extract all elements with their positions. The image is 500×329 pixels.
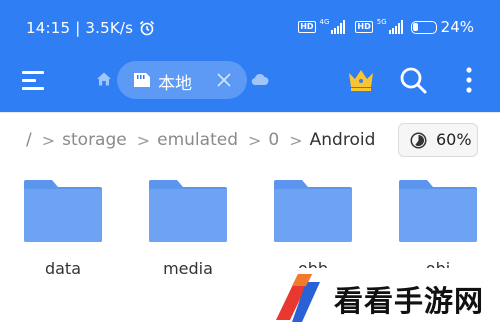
toolbar: 本地 — [0, 52, 500, 108]
tab-local[interactable]: 本地 — [117, 61, 247, 99]
folder-icon — [274, 180, 352, 242]
home-icon[interactable] — [95, 70, 113, 88]
status-left: 14:15 | 3.5K/s — [26, 19, 155, 37]
sim1-hd-badge: HD — [298, 21, 316, 33]
divider — [0, 112, 500, 113]
breadcrumb: / > storage > emulated > 0 > Android — [26, 129, 375, 151]
close-icon[interactable] — [215, 71, 233, 89]
alarm-icon — [140, 20, 155, 36]
watermark: 看看手游网 — [258, 268, 500, 329]
sim2-signal-icon — [388, 20, 403, 34]
folder-item-data[interactable]: data — [13, 178, 113, 278]
storage-usage-button[interactable]: 60% — [398, 123, 478, 157]
sd-card-icon — [134, 73, 150, 87]
battery-icon — [410, 20, 437, 34]
breadcrumb-item-storage[interactable]: storage — [62, 130, 127, 150]
watermark-text: 看看手游网 — [334, 284, 485, 318]
chevron-right-icon: > — [136, 130, 151, 150]
breadcrumb-root[interactable]: / — [26, 130, 32, 150]
sim1-signal-icon — [331, 20, 346, 34]
folder-item-obj[interactable]: obj — [388, 178, 488, 278]
folder-name: data — [44, 259, 82, 278]
breadcrumb-item-0[interactable]: 0 — [268, 130, 279, 150]
crown-icon[interactable] — [346, 66, 376, 92]
cloud-icon[interactable] — [251, 72, 269, 86]
folder-item-obb[interactable]: obb — [263, 178, 363, 278]
watermark-logo-icon — [276, 274, 320, 322]
more-icon[interactable] — [462, 66, 476, 94]
storage-usage-percent: 60% — [436, 130, 472, 149]
folder-icon — [399, 180, 477, 242]
folder-icon — [24, 180, 102, 242]
chevron-right-icon: > — [41, 130, 56, 150]
breadcrumb-item-emulated[interactable]: emulated — [157, 130, 238, 150]
folder-item-media[interactable]: media — [138, 178, 238, 278]
chevron-right-icon: > — [248, 130, 262, 150]
folder-icon — [149, 180, 227, 242]
status-time-speed: 14:15 | 3.5K/s — [26, 19, 134, 37]
sim1-network-type: 4G — [319, 17, 330, 26]
status-bar: 14:15 | 3.5K/s HD 4G HD 5G 24% — [0, 0, 500, 52]
tab-label: 本地 — [158, 74, 192, 94]
sim2-hd-badge: HD — [355, 21, 373, 33]
search-icon[interactable] — [398, 65, 428, 95]
app-header: 14:15 | 3.5K/s HD 4G HD 5G 24% 本地 — [0, 0, 500, 112]
folder-name: media — [163, 259, 213, 278]
menu-icon[interactable] — [22, 69, 48, 91]
battery-percent: 24% — [440, 18, 474, 36]
chevron-right-icon: > — [289, 130, 303, 150]
sim2-network-type: 5G — [376, 17, 387, 26]
breadcrumb-item-android[interactable]: Android — [310, 130, 376, 150]
pie-chart-icon — [410, 132, 427, 149]
status-right: HD 4G HD 5G 24% — [298, 18, 474, 36]
